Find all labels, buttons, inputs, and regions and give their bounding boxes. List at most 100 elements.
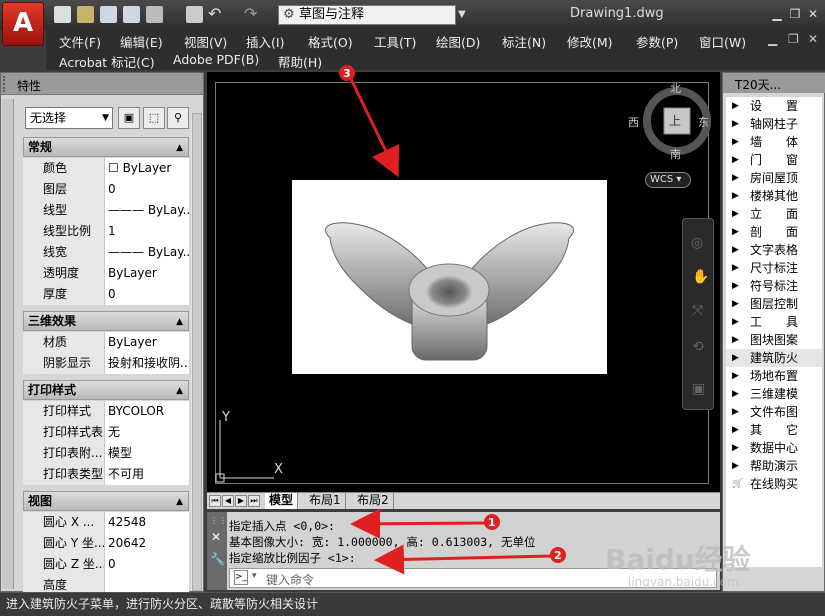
- pan-icon[interactable]: ✋: [692, 269, 709, 285]
- t20-menu-item[interactable]: ▶ 场地布置: [726, 367, 822, 385]
- t20-menu-item[interactable]: ▶ 剖 面: [726, 223, 822, 241]
- t20-menu-item[interactable]: ▶ 立 面: [726, 205, 822, 223]
- property-row[interactable]: 线宽 ——— ByLay...: [23, 242, 189, 263]
- select-objects-icon[interactable]: ⬚: [143, 107, 165, 129]
- property-value[interactable]: ☐ ByLayer: [105, 158, 189, 179]
- menu-view[interactable]: 视图(V): [184, 32, 227, 51]
- section-header[interactable]: 三维效果 ▲: [23, 311, 189, 331]
- compass-east[interactable]: 东: [698, 114, 709, 130]
- property-value[interactable]: 1: [105, 221, 189, 242]
- command-prompt-icon[interactable]: >_: [234, 570, 248, 585]
- properties-header[interactable]: 特性: [1, 73, 203, 95]
- palette-side-strip[interactable]: [2, 99, 14, 589]
- t20-menu-item[interactable]: ▶ 数据中心: [726, 439, 822, 457]
- property-value[interactable]: ByLayer: [105, 332, 189, 353]
- last-tab-icon[interactable]: ⏭: [248, 495, 260, 507]
- property-value[interactable]: ——— ByLay...: [105, 200, 189, 221]
- publish-icon[interactable]: [146, 6, 163, 23]
- t20-menu-item[interactable]: ▶ 墙 体: [726, 133, 822, 151]
- t20-menu-item[interactable]: ▶ 符号标注: [726, 277, 822, 295]
- save-as-icon[interactable]: [123, 6, 140, 23]
- doc-close-icon[interactable]: ✕: [808, 32, 818, 46]
- property-row[interactable]: 图层 0: [23, 179, 189, 200]
- menu-help[interactable]: 帮助(H): [278, 52, 322, 71]
- save-icon[interactable]: [100, 6, 117, 23]
- undo-icon[interactable]: ↶: [208, 4, 221, 23]
- property-row[interactable]: 圆心 Z 坐... 0: [23, 554, 189, 575]
- grip-icon[interactable]: [3, 76, 9, 92]
- property-row[interactable]: 圆心 Y 坐... 20642: [23, 533, 189, 554]
- properties-scrollbar[interactable]: [191, 113, 203, 591]
- restore-icon[interactable]: ❐: [786, 5, 804, 23]
- selection-dropdown[interactable]: 无选择 ▼: [25, 107, 113, 129]
- new-file-icon[interactable]: [54, 6, 71, 23]
- chevron-down-icon[interactable]: ▾: [252, 571, 257, 581]
- collapse-icon[interactable]: ▲: [176, 382, 183, 400]
- menu-parametric[interactable]: 参数(P): [636, 32, 678, 51]
- compass-north[interactable]: 北: [670, 80, 681, 96]
- property-value[interactable]: 模型: [105, 443, 189, 464]
- t20-menu-item[interactable]: ▶ 三维建模: [726, 385, 822, 403]
- property-row[interactable]: 颜色 ☐ ByLayer: [23, 158, 189, 179]
- open-folder-icon[interactable]: [77, 6, 94, 23]
- property-row[interactable]: 线型 ——— ByLay...: [23, 200, 189, 221]
- property-value[interactable]: 无: [105, 422, 189, 443]
- doc-restore-icon[interactable]: ❐: [788, 32, 799, 46]
- t20-menu-item[interactable]: ▶ 工 具: [726, 313, 822, 331]
- t20-menu-item[interactable]: ▶ 文字表格: [726, 241, 822, 259]
- property-row[interactable]: 线型比例 1: [23, 221, 189, 242]
- t20-menu-item[interactable]: ▶ 楼梯其他: [726, 187, 822, 205]
- property-value[interactable]: 投射和接收阴...: [105, 353, 189, 374]
- next-tab-icon[interactable]: ▶: [235, 495, 247, 507]
- quick-select-icon[interactable]: ⚲: [167, 107, 189, 129]
- compass-west[interactable]: 西: [628, 114, 639, 130]
- collapse-icon[interactable]: ▲: [176, 313, 183, 331]
- t20-menu-item[interactable]: ▶ 尺寸标注: [726, 259, 822, 277]
- property-value[interactable]: 0: [105, 179, 189, 200]
- property-value[interactable]: 0: [105, 284, 189, 305]
- inserted-image[interactable]: [292, 180, 607, 374]
- chevron-down-icon[interactable]: ▼: [458, 5, 470, 25]
- t20-menu-item[interactable]: ▶ 文件布图: [726, 403, 822, 421]
- menu-window[interactable]: 窗口(W): [699, 32, 746, 51]
- wrench-icon[interactable]: 🔧: [210, 552, 225, 566]
- menu-modify[interactable]: 修改(M): [567, 32, 613, 51]
- property-row[interactable]: 材质 ByLayer: [23, 332, 189, 353]
- close-icon[interactable]: ✕: [804, 5, 822, 23]
- menu-dimension[interactable]: 标注(N): [502, 32, 546, 51]
- property-row[interactable]: 阴影显示 投射和接收阴...: [23, 353, 189, 374]
- property-value[interactable]: 不可用: [105, 464, 189, 485]
- compass-south[interactable]: 南: [670, 146, 681, 162]
- t20-menu-item[interactable]: ▶ 图块图案: [726, 331, 822, 349]
- viewcube-top-face[interactable]: 上: [669, 112, 681, 129]
- property-row[interactable]: 打印样式表无: [23, 422, 189, 443]
- property-row[interactable]: 圆心 X ... 42548: [23, 512, 189, 533]
- property-row[interactable]: 厚度 0: [23, 284, 189, 305]
- collapse-icon[interactable]: ▲: [176, 493, 183, 511]
- steering-wheel-icon[interactable]: ◎: [691, 235, 703, 251]
- property-row[interactable]: 打印表类型 不可用: [23, 464, 189, 485]
- collapse-icon[interactable]: ▲: [176, 139, 183, 157]
- section-header[interactable]: 视图 ▲: [23, 491, 189, 511]
- menu-adobe-pdf[interactable]: Adobe PDF(B): [173, 52, 259, 67]
- property-row[interactable]: 打印样式 BYCOLOR: [23, 401, 189, 422]
- tab-layout1[interactable]: 布局1: [305, 493, 346, 509]
- orbit-icon[interactable]: ⟲: [692, 339, 704, 355]
- section-header[interactable]: 常规 ▲: [23, 137, 189, 157]
- property-row[interactable]: 打印表附... 模型: [23, 443, 189, 464]
- property-value[interactable]: ——— ByLay...: [105, 242, 189, 263]
- navigation-bar[interactable]: ◎ ✋ ⤧ ⟲ ▣: [682, 218, 714, 410]
- zoom-icon[interactable]: ⤧: [692, 303, 703, 319]
- t20-menu-item[interactable]: ▶ 设 置: [726, 97, 822, 115]
- scroll-thumb[interactable]: [192, 113, 202, 591]
- menu-format[interactable]: 格式(O): [308, 32, 353, 51]
- t20-header[interactable]: T20天...: [723, 73, 825, 93]
- menu-insert[interactable]: 插入(I): [246, 32, 284, 51]
- menu-file[interactable]: 文件(F): [59, 32, 101, 51]
- wcs-menu[interactable]: WCS ▾: [645, 172, 691, 188]
- menu-tools[interactable]: 工具(T): [374, 32, 416, 51]
- print-icon[interactable]: [186, 6, 203, 23]
- first-tab-icon[interactable]: ⏮: [209, 495, 221, 507]
- property-value[interactable]: 42548: [105, 512, 189, 533]
- toggle-pickadd-icon[interactable]: ▣: [118, 107, 140, 129]
